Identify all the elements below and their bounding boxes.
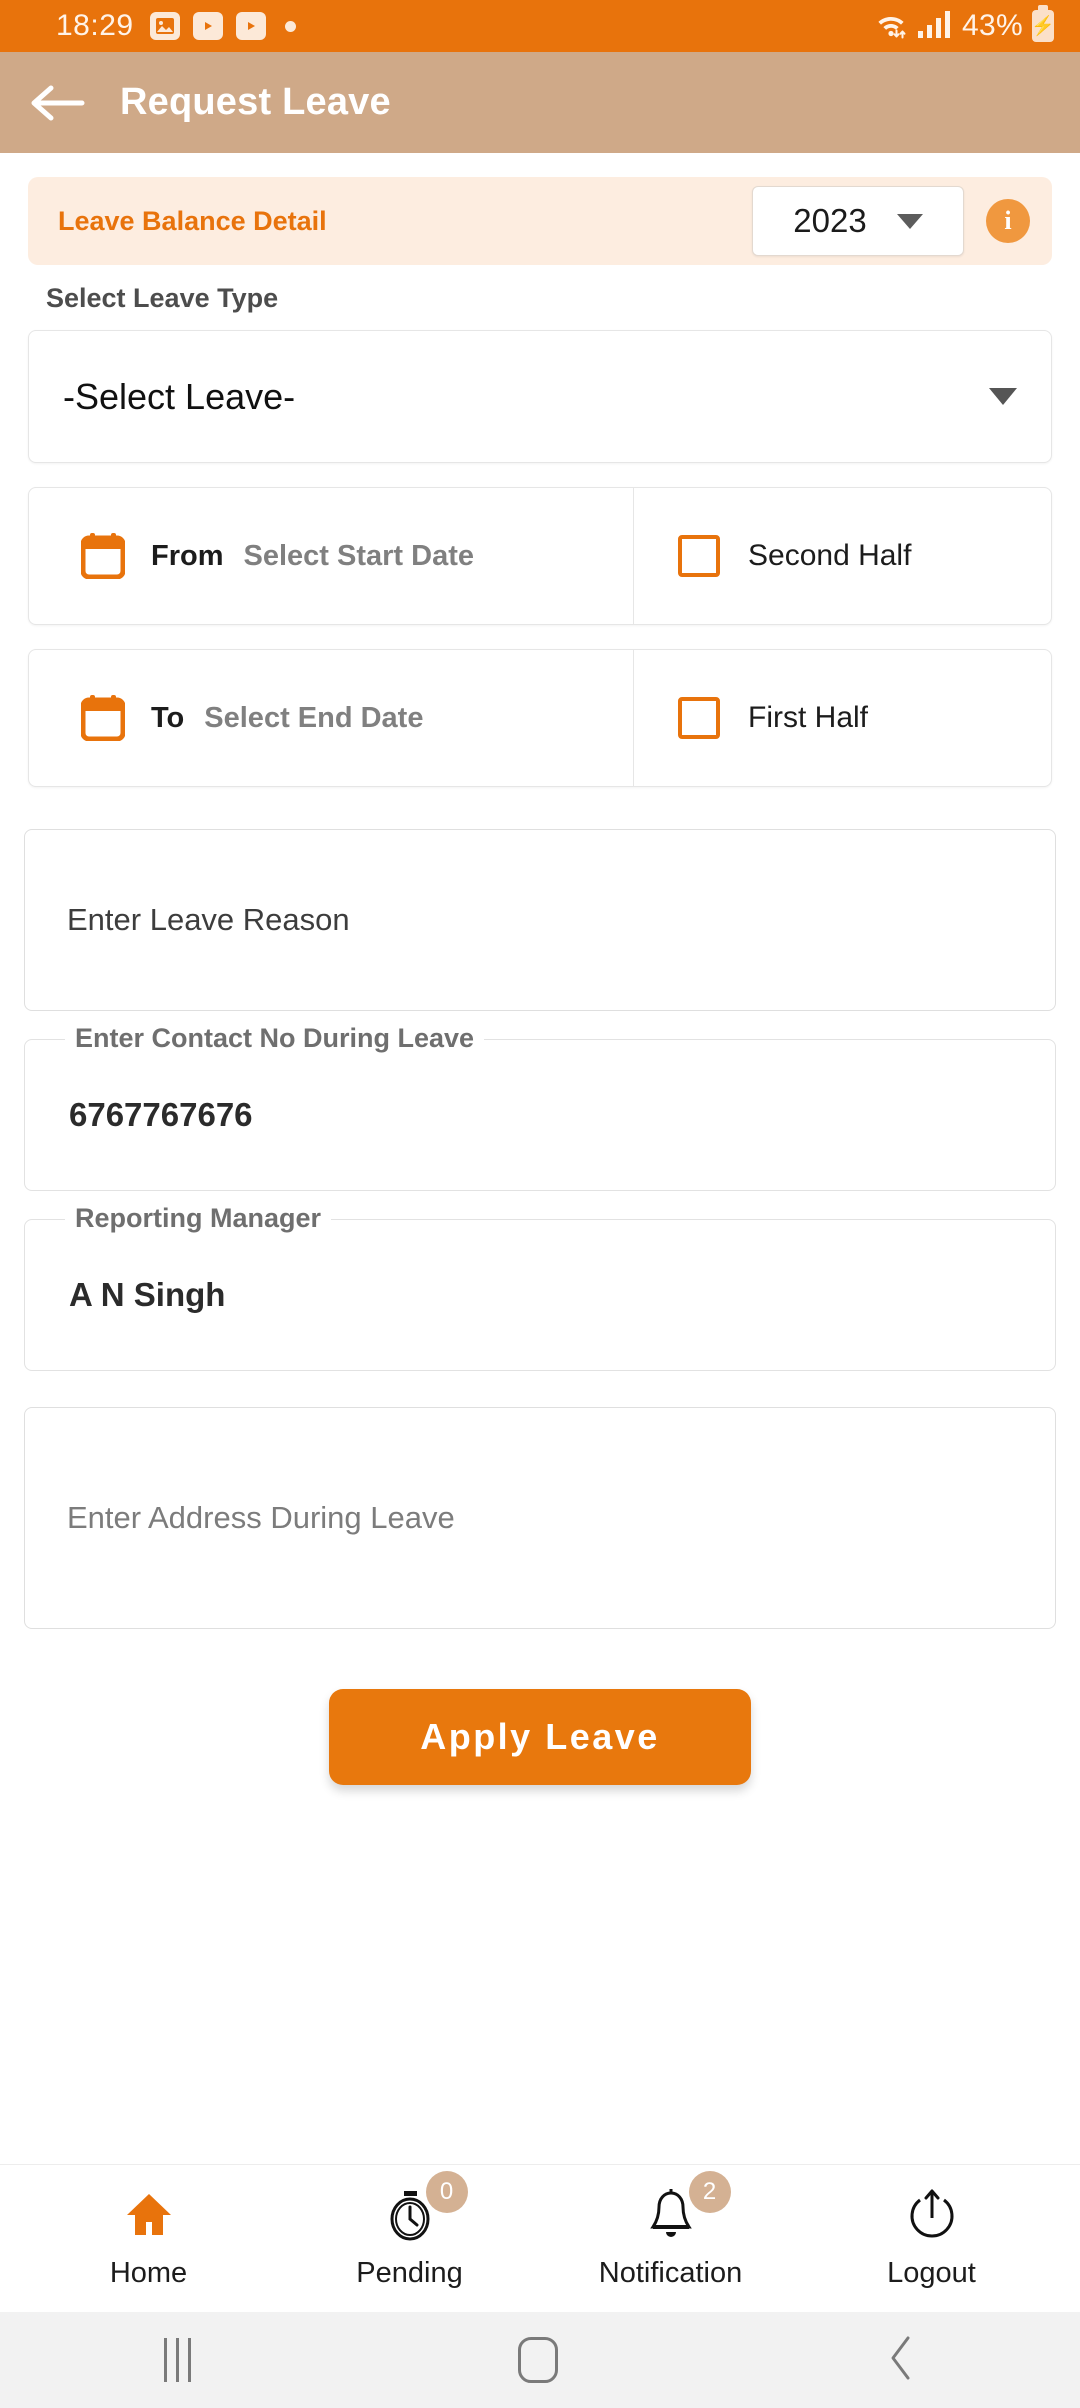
status-bar: 18:29 43% ⚡ [0, 0, 1080, 52]
year-value: 2023 [793, 202, 867, 239]
apply-leave-button[interactable]: Apply Leave [329, 1689, 751, 1785]
from-date-picker[interactable]: From Select Start Date [29, 488, 633, 624]
form-content: Leave Balance Detail 2023 i Select Leave… [0, 153, 1080, 2164]
second-half-checkbox-row[interactable]: Second Half [633, 488, 1051, 624]
image-icon [149, 12, 180, 40]
calendar-icon [80, 695, 126, 742]
battery-percent: 43% [962, 9, 1023, 42]
address-input[interactable]: Enter Address During Leave [24, 1407, 1056, 1629]
home-square-icon[interactable] [518, 2337, 559, 2383]
app-screen: 18:29 43% ⚡ Request Leave Leave Balance … [0, 0, 1080, 2408]
recents-icon[interactable] [163, 2338, 191, 2382]
contact-number-label: Enter Contact No During Leave [65, 1023, 485, 1054]
status-right-icons: 43% ⚡ [874, 5, 1055, 45]
to-date-picker[interactable]: To Select End Date [29, 650, 633, 786]
to-date-placeholder: Select End Date [204, 701, 424, 734]
nav-item-logout[interactable]: Logout [817, 2187, 1047, 2290]
apply-button-wrapper: Apply Leave [0, 1689, 1080, 1785]
leave-type-value: -Select Leave- [63, 375, 296, 417]
leave-balance-banner: Leave Balance Detail 2023 i [28, 177, 1052, 265]
leave-type-select[interactable]: -Select Leave- [28, 330, 1052, 463]
reporting-manager-label: Reporting Manager [65, 1203, 332, 1234]
nav-label-notification: Notification [598, 2257, 743, 2289]
leave-balance-title: Leave Balance Detail [58, 205, 327, 236]
from-keyword: From [151, 539, 224, 572]
from-date-placeholder: Select Start Date [243, 539, 475, 572]
select-leave-type-label: Select Leave Type [46, 283, 279, 313]
chevron-down-icon [989, 388, 1017, 405]
app-bar: Request Leave [0, 52, 1080, 153]
to-date-row: To Select End Date First Half [28, 649, 1052, 787]
year-dropdown[interactable]: 2023 [752, 186, 964, 256]
reporting-manager-input[interactable]: Reporting Manager A N Singh [24, 1203, 1056, 1371]
wifi-icon [874, 8, 908, 45]
page-title: Request Leave [120, 81, 391, 123]
chevron-down-icon [896, 213, 923, 229]
checkbox-unchecked-icon[interactable] [678, 535, 720, 577]
youtube-icon [235, 12, 266, 40]
contact-number-input[interactable]: Enter Contact No During Leave 6767767676 [24, 1023, 1056, 1191]
to-keyword: To [151, 701, 185, 734]
nav-item-pending[interactable]: 0 Pending [295, 2171, 525, 2290]
contact-number-value: 6767767676 [69, 1096, 253, 1133]
bottom-navigation: Home 0 Pending 2 Notification Logout [0, 2164, 1080, 2312]
back-chevron-icon[interactable] [886, 2334, 916, 2387]
nav-label-pending: Pending [356, 2257, 463, 2289]
status-notification-icons [149, 12, 296, 40]
status-time: 18:29 [56, 9, 134, 42]
nav-item-home[interactable]: Home [34, 2187, 264, 2290]
dot-icon [284, 20, 296, 32]
first-half-label: First Half [748, 701, 868, 734]
back-arrow-icon[interactable] [26, 70, 92, 136]
second-half-label: Second Half [748, 539, 912, 572]
checkbox-unchecked-icon[interactable] [678, 697, 720, 739]
calendar-icon [80, 533, 126, 580]
battery-charging-icon: ⚡ [1031, 5, 1055, 42]
nav-item-notification[interactable]: 2 Notification [556, 2171, 786, 2290]
notification-badge: 2 [688, 2171, 731, 2213]
stopwatch-icon: 0 [384, 2171, 468, 2243]
from-date-row: From Select Start Date Second Half [28, 487, 1052, 625]
leave-reason-placeholder: Enter Leave Reason [67, 902, 350, 937]
info-icon[interactable]: i [986, 199, 1030, 243]
reporting-manager-value: A N Singh [69, 1276, 226, 1313]
bell-icon: 2 [647, 2171, 731, 2243]
home-icon [123, 2187, 175, 2243]
youtube-icon [192, 12, 223, 40]
nav-label-logout: Logout [887, 2257, 976, 2289]
pending-badge: 0 [425, 2171, 468, 2213]
nav-label-home: Home [109, 2257, 188, 2289]
power-icon [906, 2187, 958, 2243]
first-half-checkbox-row[interactable]: First Half [633, 650, 1051, 786]
leave-reason-input[interactable]: Enter Leave Reason [24, 829, 1056, 1011]
cellular-signal-icon [917, 9, 953, 44]
system-navigation-bar [0, 2312, 1080, 2408]
address-placeholder: Enter Address During Leave [67, 1500, 455, 1535]
